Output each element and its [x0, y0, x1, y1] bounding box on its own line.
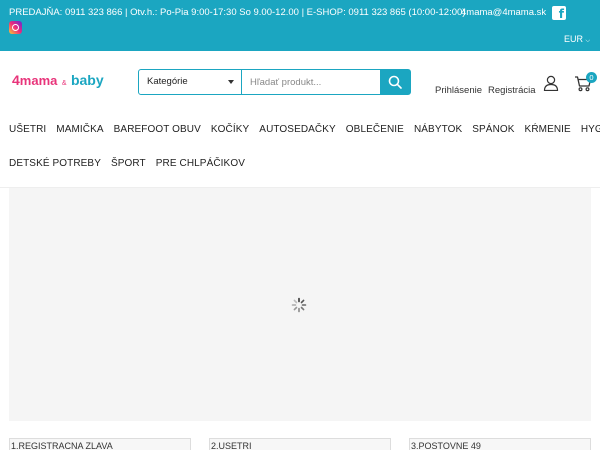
search-icon: [388, 75, 402, 89]
logo-baby: baby: [70, 72, 104, 88]
login-link[interactable]: Prihlásenie: [435, 85, 482, 96]
currency-label: EUR: [564, 34, 584, 44]
category-select[interactable]: Kategórie: [139, 70, 242, 94]
nav-row-primary: UŠETRI MAMIČKA BAREFOOT OBUV KOČÍKY AUTOSEDA…: [9, 119, 600, 137]
promo-tabs: 1.REGISTRACNA ZLAVA 2.USETRI 3.POSTOVNE …: [0, 438, 600, 451]
site-header: 4mama & baby Kategórie Prihlásenie Regis…: [0, 51, 600, 111]
top-info-bar: PREDAJŇA: 0911 323 866 | Otv.h.: Po-Pia …: [0, 0, 600, 51]
nav-item-spanok[interactable]: SPÁNOK: [472, 124, 514, 135]
nav-item-detske-potreby[interactable]: DETSKÉ POTREBY: [9, 158, 101, 169]
nav-item-barefoot-obuv[interactable]: BAREFOOT OBUV: [114, 124, 201, 135]
logo-mama: mama: [19, 73, 58, 88]
contact-email-link[interactable]: 4mama@4mama.sk: [461, 7, 546, 18]
nav-item-autosedacky[interactable]: AUTOSEDAČKY: [259, 124, 336, 135]
chevron-down-icon: ⌵: [585, 38, 591, 44]
nav-item-mamicka[interactable]: MAMIČKA: [56, 124, 103, 135]
nav-item-nabytok[interactable]: NÁBYTOK: [414, 124, 462, 135]
nav-item-krmenie[interactable]: KŔMENIE: [525, 124, 571, 135]
nav-item-hygiena[interactable]: HYGIENA: [581, 124, 600, 135]
tab-registracna-zlava[interactable]: 1.REGISTRACNA ZLAVA: [9, 438, 191, 451]
nav-item-usetri[interactable]: UŠETRI: [9, 124, 46, 135]
cart-count-badge: 0: [586, 72, 597, 83]
search-bar: Kategórie: [138, 69, 411, 95]
nav-item-pre-chlpacikov[interactable]: PRE CHLPÁČIKOV: [156, 158, 245, 169]
instagram-icon[interactable]: [9, 21, 22, 34]
site-logo[interactable]: 4mama & baby: [12, 72, 104, 90]
category-select-label: Kategórie: [147, 76, 188, 87]
register-link[interactable]: Registrácia: [488, 85, 536, 96]
search-input[interactable]: [243, 70, 381, 94]
user-icon[interactable]: [543, 75, 559, 91]
caret-down-icon: [228, 80, 234, 84]
tab-postovne[interactable]: 3.POSTOVNE 49: [409, 438, 591, 451]
logo-number: 4: [12, 72, 20, 88]
main-navigation: UŠETRI MAMIČKA BAREFOOT OBUV KOČÍKY AUTOSEDA…: [0, 111, 600, 188]
facebook-icon[interactable]: f: [552, 6, 566, 21]
nav-row-secondary: DETSKÉ POTREBY ŠPORT PRE CHLPÁČIKOV: [9, 153, 255, 171]
search-button[interactable]: [380, 70, 410, 94]
currency-selector[interactable]: EUR ⌵: [564, 34, 590, 45]
tab-usetri[interactable]: 2.USETRI: [209, 438, 391, 451]
nav-item-oblecenie[interactable]: OBLEČENIE: [346, 124, 404, 135]
loading-spinner-icon: [291, 297, 307, 313]
logo-amp: &: [61, 80, 67, 87]
store-info-text: PREDAJŇA: 0911 323 866 | Otv.h.: Po-Pia …: [9, 7, 466, 18]
nav-item-kociky[interactable]: KOČÍKY: [211, 124, 249, 135]
nav-item-sport[interactable]: ŠPORT: [111, 158, 146, 169]
